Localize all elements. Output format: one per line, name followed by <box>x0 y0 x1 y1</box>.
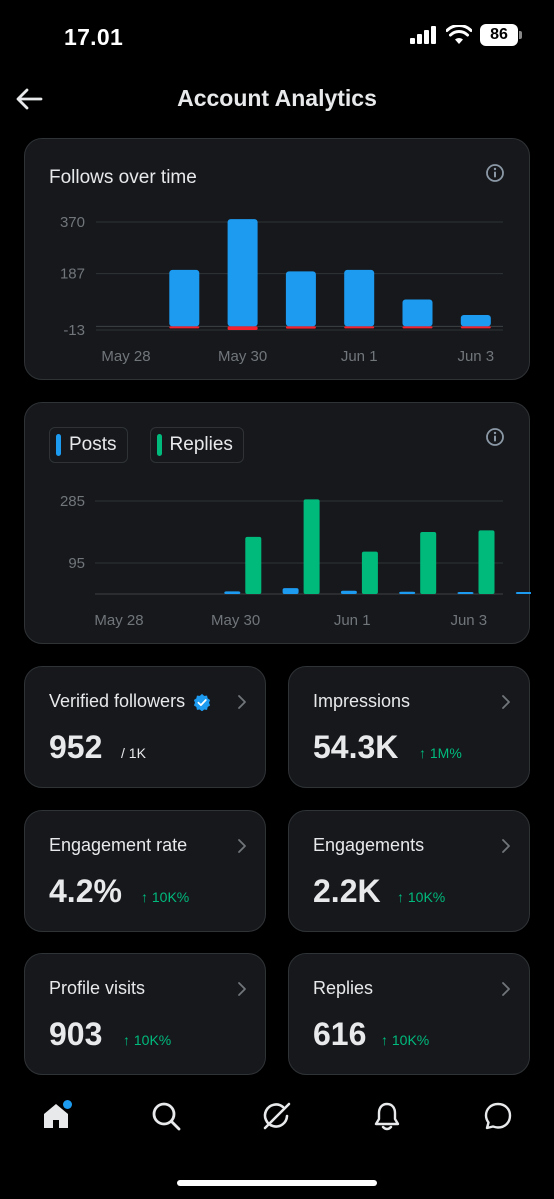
profile-visits-delta: ↑ 10K% <box>123 1032 172 1048</box>
replies-bar <box>303 499 320 594</box>
x-tick-label: Jun 1 <box>334 612 371 629</box>
engagements-label: Engagements <box>313 835 425 855</box>
chevron-right-icon <box>238 839 246 853</box>
battery-level: 86 <box>490 26 508 43</box>
engagements-delta: ↑ 10K% <box>397 889 446 905</box>
search-icon <box>152 1102 181 1131</box>
y-tick-label: 95 <box>68 555 85 572</box>
wifi-icon <box>446 25 472 44</box>
replies-card[interactable]: Replies 616 ↑ 10K% <box>288 953 530 1075</box>
verified-followers-value: 952 <box>49 729 103 765</box>
engagement-rate-card[interactable]: Engagement rate 4.2% ↑ 10K% <box>24 810 266 932</box>
metric-label: Verified followers <box>49 691 211 712</box>
unfollows-bar <box>402 326 433 329</box>
impressions-card[interactable]: Impressions 54.3K ↑ 1M% <box>288 666 530 788</box>
chevron-right-icon <box>502 982 510 996</box>
verified-followers-total: / 1K <box>121 745 146 761</box>
posts-bar <box>515 592 531 594</box>
replies-bar <box>361 551 378 594</box>
impressions-delta: ↑ 1M% <box>419 745 462 761</box>
nav-messages[interactable] <box>478 1096 518 1136</box>
status-bar: 17.01 86 <box>0 0 554 70</box>
nav-home[interactable] <box>36 1096 76 1136</box>
y-tick-label: -13 <box>63 322 85 339</box>
page-title: Account Analytics <box>177 85 377 111</box>
replies-label: Replies <box>313 978 374 998</box>
posts-bar <box>340 590 357 594</box>
posts-bar <box>399 591 416 594</box>
replies-bar <box>245 536 262 594</box>
x-tick-label: May 28 <box>101 348 150 365</box>
chevron-right-icon <box>238 695 246 709</box>
unfollows-bar <box>460 326 491 329</box>
nav-search[interactable] <box>146 1096 186 1136</box>
unfollows-bar <box>285 326 316 329</box>
unfollows-bar <box>169 326 200 329</box>
replies-bar <box>420 532 437 594</box>
signal-icon <box>410 26 436 44</box>
chevron-right-icon <box>502 839 510 853</box>
replies-value: 616 <box>313 1016 367 1052</box>
battery-icon: 86 <box>480 24 522 46</box>
follows-bar <box>285 271 316 327</box>
y-tick-label: 285 <box>60 493 85 510</box>
posts-replies-chart: 285 95 May 28 May 30 Jun 1 Jun 3 <box>60 493 531 629</box>
chevron-right-icon <box>238 982 246 996</box>
follows-chart: 370 187 -13 May 28 May 30 Jun 1 Jun 3 <box>60 214 503 365</box>
verified-badge-icon <box>193 693 211 711</box>
engagements-card[interactable]: Engagements 2.2K ↑ 10K% <box>288 810 530 932</box>
y-tick-label: 187 <box>60 266 85 283</box>
home-indicator <box>177 1180 377 1186</box>
follows-bar <box>402 299 433 327</box>
follows-chart-card[interactable]: Follows over time 370 187 -13 May 28 May 30 J… <box>24 138 530 380</box>
profile-visits-value: 903 <box>49 1016 103 1052</box>
header: Account Analytics <box>0 76 554 122</box>
follows-bar <box>344 269 375 327</box>
nav-notifications[interactable] <box>367 1096 407 1136</box>
replies-delta: ↑ 10K% <box>381 1032 430 1048</box>
engagement-rate-delta: ↑ 10K% <box>141 889 190 905</box>
verified-followers-label: Verified followers <box>49 691 186 711</box>
bell-icon <box>374 1102 400 1131</box>
unfollows-bar <box>344 326 375 329</box>
chevron-right-icon <box>502 695 510 709</box>
status-time: 17.01 <box>64 24 124 50</box>
posts-replies-chart-card[interactable]: Posts Replies 285 95 May 28 May 30 Jun 1 Jun … <box>24 402 531 644</box>
messages-icon <box>484 1102 512 1130</box>
status-icons: 86 <box>410 24 522 46</box>
follows-bar <box>460 315 491 327</box>
replies-bar <box>478 530 495 594</box>
profile-visits-card[interactable]: Profile visits 903 ↑ 10K% <box>24 953 266 1075</box>
follows-bar <box>227 219 258 327</box>
nav-grok[interactable] <box>257 1096 297 1136</box>
impressions-label: Impressions <box>313 691 411 711</box>
verified-followers-card[interactable]: Verified followers 952 / 1K <box>24 666 266 788</box>
grok-icon <box>263 1102 291 1130</box>
x-tick-label: May 28 <box>94 612 143 629</box>
posts-bar <box>457 592 474 594</box>
y-tick-label: 370 <box>60 214 85 231</box>
x-tick-label: Jun 3 <box>450 612 487 629</box>
x-tick-label: Jun 1 <box>341 348 378 365</box>
notification-dot <box>63 1100 72 1109</box>
engagements-value: 2.2K <box>313 873 381 909</box>
engagement-rate-label: Engagement rate <box>49 835 188 855</box>
bottom-nav <box>0 1086 554 1146</box>
posts-bar <box>224 591 241 594</box>
unfollows-bar <box>227 326 258 330</box>
profile-visits-label: Profile visits <box>49 978 146 998</box>
x-tick-label: May 30 <box>218 348 267 365</box>
engagement-rate-value: 4.2% <box>49 873 122 909</box>
posts-bar <box>282 588 299 594</box>
impressions-value: 54.3K <box>313 729 399 765</box>
follows-bar <box>169 269 200 327</box>
x-tick-label: Jun 3 <box>457 348 494 365</box>
x-tick-label: May 30 <box>211 612 260 629</box>
